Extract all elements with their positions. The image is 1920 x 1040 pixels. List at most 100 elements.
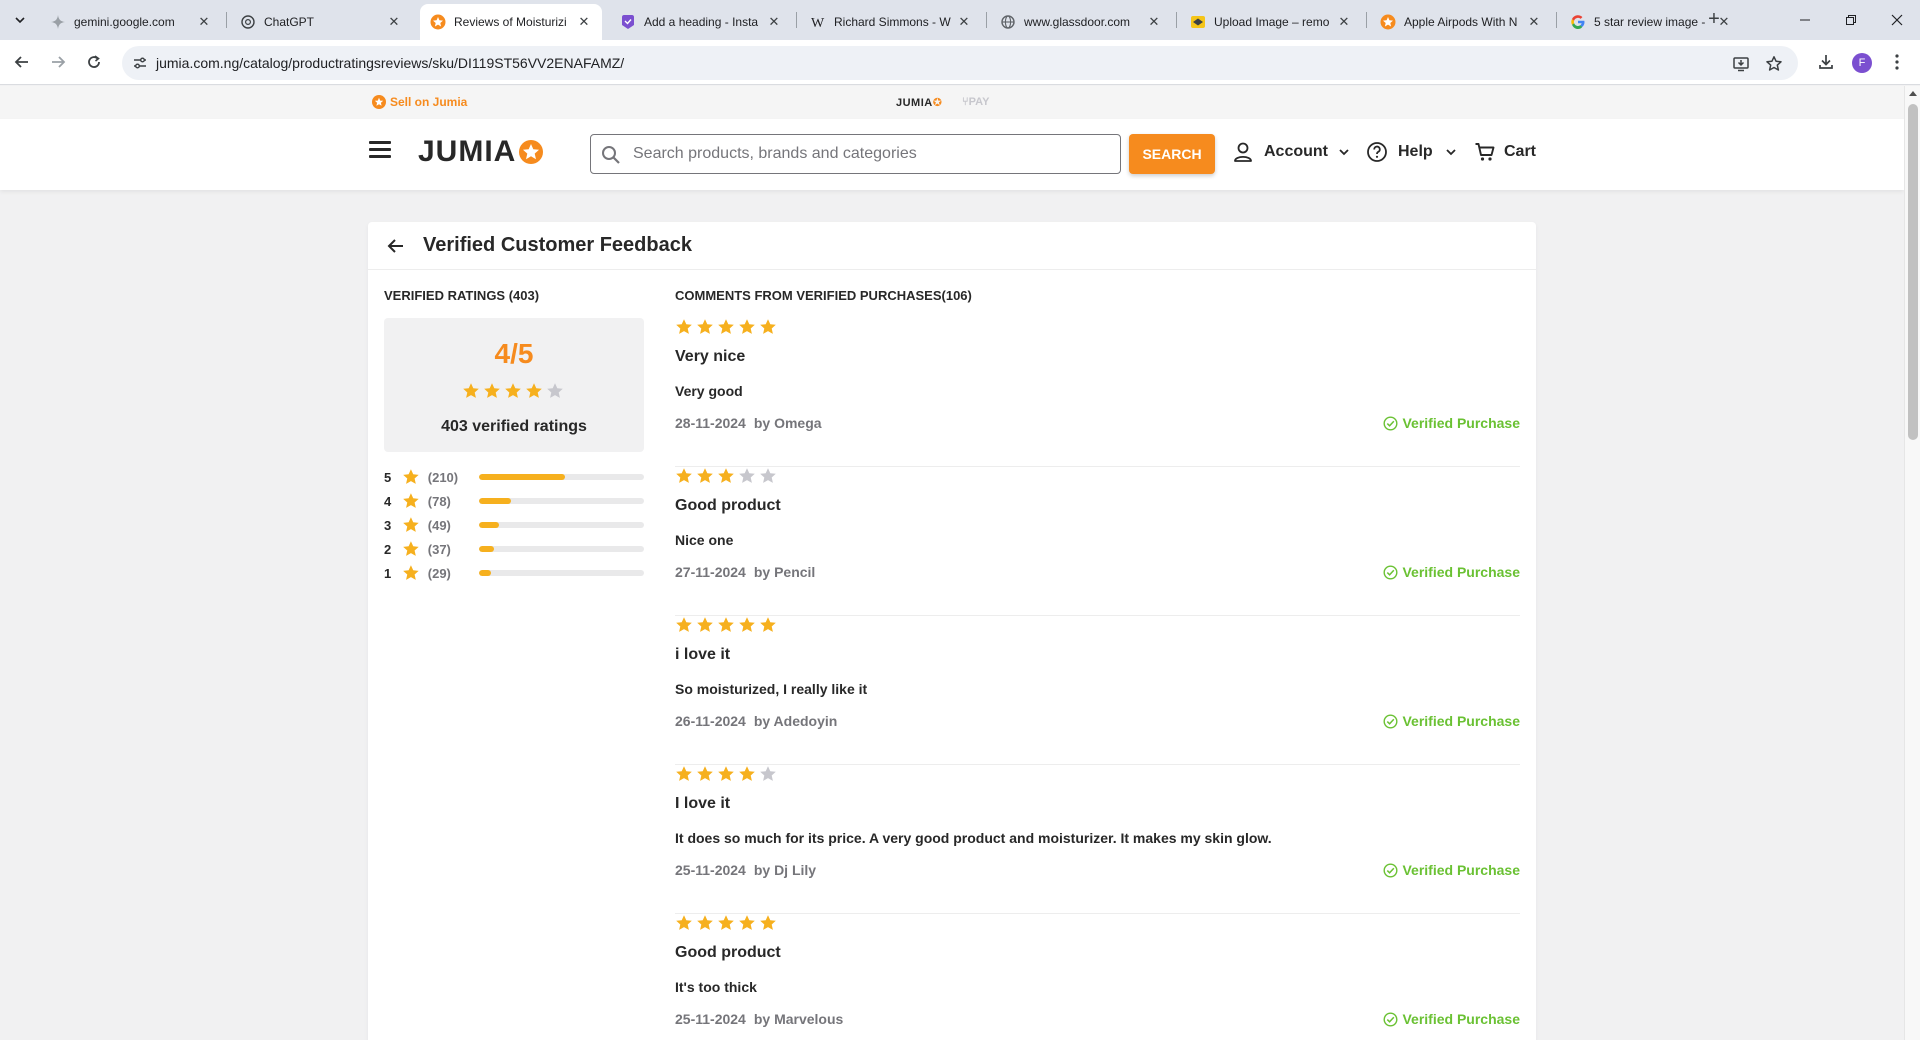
reload-button[interactable]: [80, 48, 108, 76]
restore-button[interactable]: [1828, 0, 1874, 40]
check-circle-icon: [1383, 415, 1398, 431]
chatgpt-icon: [240, 14, 256, 30]
help-icon: [1367, 142, 1387, 162]
pay-icon: ⑂: [962, 96, 969, 108]
sell-label: Sell on Jumia: [390, 95, 468, 109]
review-title: I love it: [675, 795, 731, 812]
back-button[interactable]: [8, 48, 36, 76]
browser-tab[interactable]: Apple Airpods With N ✕: [1370, 4, 1552, 40]
jumia-icon: [1380, 14, 1396, 30]
verified-label: Verified Purchase: [1402, 862, 1520, 878]
install-app-icon[interactable]: [1732, 55, 1750, 73]
url-text: jumia.com.ng/catalog/productratingsrevie…: [156, 55, 625, 71]
close-tab-icon[interactable]: ✕: [196, 14, 212, 30]
rating-bar-fill: [479, 498, 512, 504]
star-filled-icon: [484, 383, 500, 398]
rating-count: (29): [427, 565, 451, 581]
bookmark-star-icon[interactable]: [1765, 55, 1783, 73]
star-filled-icon: [760, 915, 776, 930]
browser-tab[interactable]: Upload Image – remo ✕: [1180, 4, 1362, 40]
star-filled-icon: [697, 766, 713, 781]
download-icon: [1819, 55, 1833, 69]
star-filled-icon: [718, 915, 734, 930]
scroll-up-icon[interactable]: [1909, 91, 1917, 96]
review-stars: [675, 616, 780, 634]
ratings-heading: VERIFIED RATINGS (403): [384, 288, 540, 303]
scrollbar-thumb[interactable]: [1908, 104, 1918, 440]
minimize-button[interactable]: [1782, 0, 1828, 40]
average-stars: [462, 382, 567, 400]
forward-button[interactable]: [44, 48, 72, 76]
close-tab-icon[interactable]: ✕: [766, 14, 782, 30]
rating-bar-fill: [479, 570, 492, 576]
star-filled-icon: [505, 383, 521, 398]
review-body: It's too thick: [675, 979, 757, 995]
browser-tab[interactable]: gemini.google.com ✕: [40, 4, 222, 40]
browser-tab[interactable]: www.glassdoor.com ✕: [990, 4, 1172, 40]
verified-label: Verified Purchase: [1402, 415, 1520, 431]
star-filled-icon: [697, 915, 713, 930]
comments-heading: COMMENTS FROM VERIFIED PURCHASES(106): [675, 288, 972, 303]
new-tab-button[interactable]: +: [1702, 8, 1726, 32]
account-menu[interactable]: Account: [1232, 141, 1350, 163]
address-bar[interactable]: jumia.com.ng/catalog/productratingsrevie…: [122, 46, 1798, 80]
back-arrow-icon[interactable]: [386, 236, 406, 256]
remove-bg-icon: [1190, 14, 1206, 30]
star-empty-icon: [547, 383, 563, 398]
downloads-button[interactable]: [1815, 51, 1837, 73]
close-tab-icon[interactable]: ✕: [1336, 14, 1352, 30]
user-icon: [1234, 142, 1252, 162]
sell-on-jumia-link[interactable]: Sell on Jumia: [372, 95, 467, 109]
browser-tab[interactable]: Add a heading - Insta ✕: [610, 4, 792, 40]
review-author: by Adedoyin: [753, 713, 838, 729]
close-tab-icon[interactable]: ✕: [956, 14, 972, 30]
browser-tab[interactable]: Reviews of Moisturizi ✕: [420, 4, 602, 40]
site-info-icon[interactable]: [132, 55, 148, 71]
review-date: 27-11-2024: [675, 564, 746, 580]
close-icon: [1891, 14, 1903, 26]
verified-purchase-badge: Verified Purchase: [1383, 1011, 1520, 1027]
close-tab-icon[interactable]: ✕: [1526, 14, 1542, 30]
close-tab-icon[interactable]: ✕: [1146, 14, 1162, 30]
page-scrollbar[interactable]: [1904, 86, 1920, 1040]
star-icon: [403, 493, 419, 508]
rating-count: (78): [427, 493, 451, 509]
check-circle-icon: [1383, 862, 1398, 878]
star-filled-icon: [718, 319, 734, 334]
tab-title: ChatGPT: [264, 15, 315, 29]
chevron-down-icon: [15, 17, 25, 24]
jumia-brand-link[interactable]: JUMIA✪: [896, 96, 942, 109]
hamburger-menu-icon[interactable]: [369, 141, 391, 159]
profile-avatar[interactable]: F: [1852, 53, 1872, 73]
browser-tab-bar: gemini.google.com ✕ ChatGPT ✕ Reviews of Moi…: [0, 0, 1920, 40]
rating-bar-fill: [479, 474, 566, 480]
jumia-pay-link[interactable]: ⑂PAY: [962, 96, 989, 108]
jumia-logo[interactable]: JUMIA: [418, 135, 544, 169]
page-title: Verified Customer Feedback: [423, 234, 692, 256]
tab-title: gemini.google.com: [74, 15, 175, 29]
browser-tab[interactable]: ChatGPT ✕: [230, 4, 412, 40]
arrow-left-icon: [14, 56, 28, 68]
svg-text:W: W: [811, 16, 825, 30]
browser-tab[interactable]: W Richard Simmons - W ✕: [800, 4, 982, 40]
close-tab-icon[interactable]: ✕: [386, 14, 402, 30]
star-filled-icon: [739, 766, 755, 781]
help-label: Help: [1398, 143, 1433, 160]
cart-icon: [1475, 143, 1495, 161]
account-label: Account: [1264, 143, 1328, 160]
arrow-right-icon: [52, 56, 66, 68]
search-button[interactable]: SEARCH: [1129, 134, 1215, 174]
tab-search-button[interactable]: [8, 8, 32, 32]
help-menu[interactable]: Help: [1366, 141, 1457, 163]
rating-bar: [479, 522, 644, 528]
review-title: Good product: [675, 944, 781, 961]
cart-link[interactable]: Cart: [1474, 141, 1536, 163]
browser-menu-button[interactable]: [1886, 51, 1908, 73]
card-header: Verified Customer Feedback: [368, 222, 1536, 270]
star-level: 5: [384, 469, 392, 485]
tab-separator: [1366, 12, 1367, 28]
search-input[interactable]: [633, 143, 1103, 165]
close-window-button[interactable]: [1874, 0, 1920, 40]
tab-title: 5 star review image -: [1594, 15, 1706, 29]
close-tab-icon[interactable]: ✕: [576, 14, 592, 30]
